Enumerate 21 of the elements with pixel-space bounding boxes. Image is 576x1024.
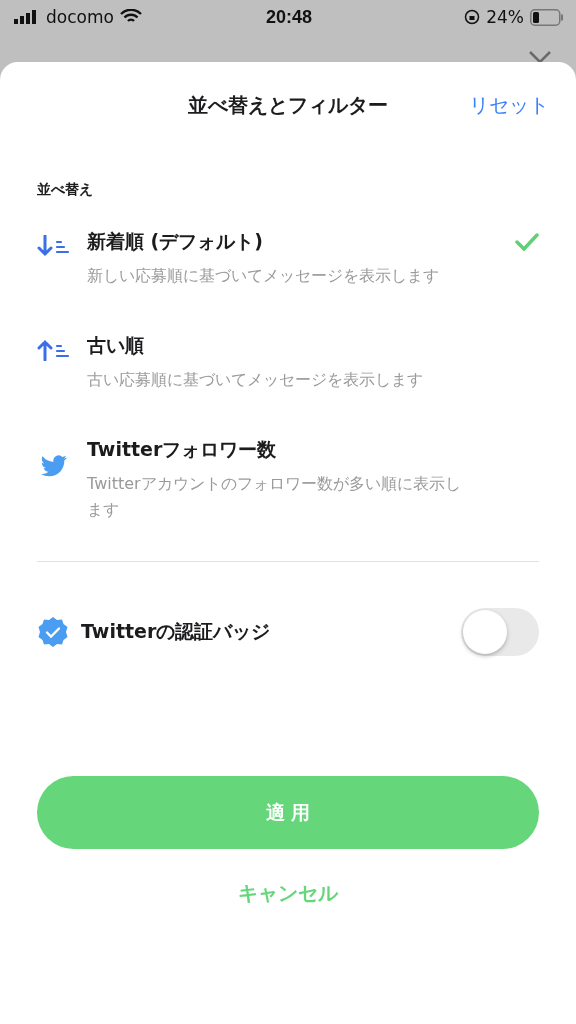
option-description: Twitterアカウントのフォロワー数が多い順に表示します [87, 473, 462, 521]
verified-badge-icon [37, 616, 69, 648]
sort-descending-icon [37, 235, 71, 257]
option-description: 古い応募順に基づいてメッセージを表示します [87, 369, 424, 391]
clock-time: 20:48 [265, 6, 312, 28]
sort-option[interactable]: 新着順 (デフォルト) [87, 229, 263, 255]
close-icon [528, 50, 552, 62]
rotation-lock-icon [464, 9, 481, 25]
filter-label: Twitterの認証バッジ [81, 619, 272, 644]
sort-ascending-icon [37, 339, 71, 361]
bird-icon [41, 455, 67, 477]
toggle-switch[interactable] [461, 608, 539, 656]
sort-option[interactable]: Twitterフォロワー数 [87, 437, 277, 463]
carrier-name: docomo [46, 7, 114, 27]
sort-option[interactable]: 古い順 [87, 333, 144, 359]
option-description: 新しい応募順に基づいてメッセージを表示します [87, 265, 440, 287]
battery-icon [530, 8, 564, 26]
battery-percent: 24% [486, 7, 524, 27]
section-heading: 並べ替え [37, 181, 94, 199]
reset-link[interactable]: リセット [469, 91, 549, 119]
sheet-title: 並べ替えとフィルター [188, 91, 388, 119]
